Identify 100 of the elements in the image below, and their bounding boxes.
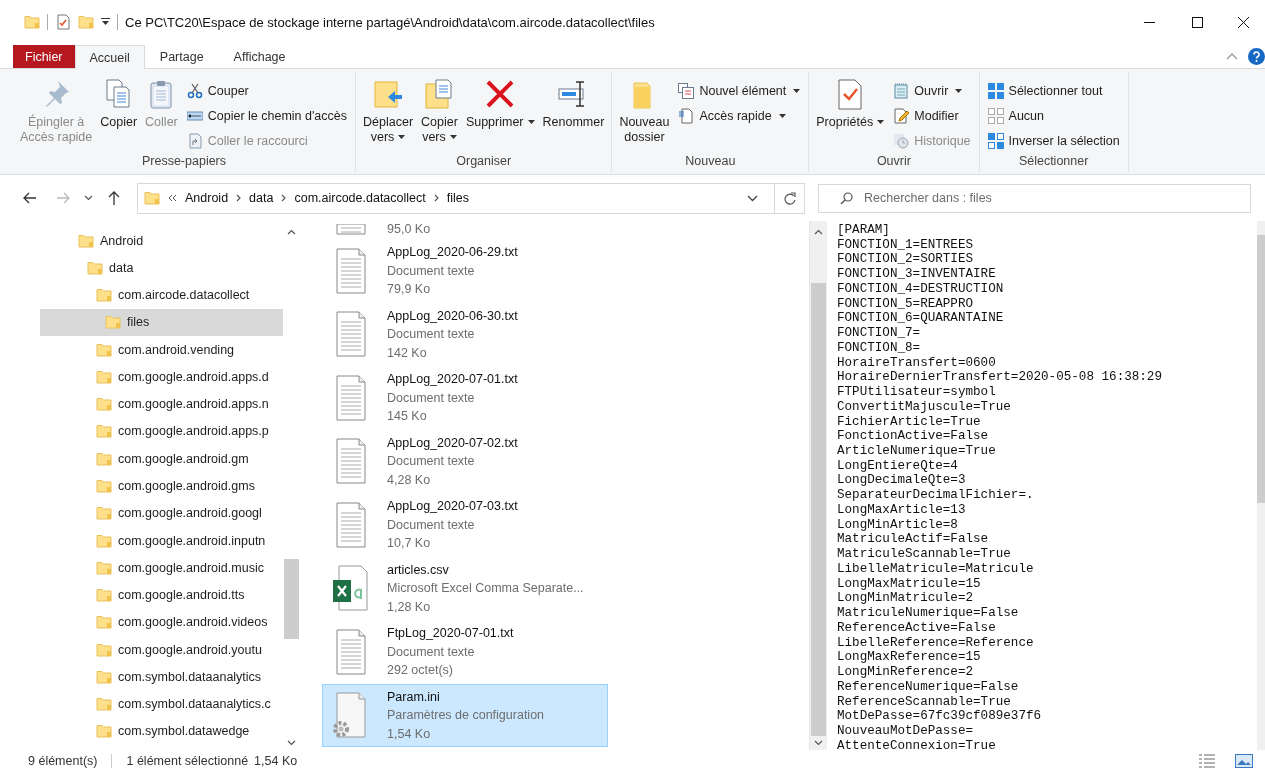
group-label: Organiser (455, 154, 513, 170)
file-item[interactable]: articles.csv Microsoft Excel Comma Separate... 1,28 Ko (322, 556, 608, 620)
scroll-down-icon[interactable] (287, 740, 296, 746)
folder-tree-item[interactable]: com.google.android.youtu (40, 636, 283, 664)
page-icon (678, 107, 695, 124)
file-type: Document texte (387, 453, 476, 470)
ribbon-button[interactable]: Modifier (889, 103, 975, 128)
breadcrumb-link[interactable]: com.aircode.datacollect (294, 191, 426, 205)
file-menu-tab[interactable]: Fichier (13, 45, 75, 68)
ribbon-tab[interactable]: Affichage (218, 45, 301, 68)
folder-tree-item[interactable]: com.symbol.dataanalytics.c (40, 690, 283, 718)
file-item[interactable]: AppLog_2020-07-01.txt Document texte 145 Ko (322, 366, 608, 430)
help-icon[interactable] (1248, 47, 1265, 65)
scroll-up-icon[interactable] (287, 229, 296, 235)
folder-icon (96, 668, 112, 685)
chevron-down-icon[interactable] (747, 194, 758, 202)
ribbon-button[interactable]: Copier le chemin d'accès (182, 103, 351, 128)
ribbon-button[interactable]: Copier vers (418, 76, 461, 147)
chevron-right-icon[interactable] (433, 194, 439, 202)
scrollbar-thumb[interactable] (1257, 235, 1265, 503)
ribbon-button[interactable]: Nouveau dossier (616, 76, 673, 147)
ribbon-button[interactable]: Sélectionner tout (983, 78, 1124, 103)
address-bar[interactable]: Android data com.aircode.datacollect files (137, 182, 805, 214)
chevron-right-icon[interactable] (236, 194, 242, 202)
scrollbar-thumb[interactable] (284, 559, 299, 639)
folder-tree-item[interactable]: com.google.android.tts (40, 581, 283, 609)
file-item[interactable]: AppLog_2020-07-02.txt Document texte 4,28 Ko (322, 429, 608, 493)
ribbon-button[interactable]: Couper (182, 78, 351, 103)
file-size: 1,54 Ko (387, 725, 432, 743)
folder-tree-item[interactable]: com.google.android.gms (40, 472, 283, 500)
checked-page-icon[interactable] (55, 14, 71, 30)
folder-icon (96, 396, 112, 413)
ribbon-button[interactable]: Supprimer (462, 76, 538, 132)
shortcut-icon (186, 132, 203, 149)
text-line: [PARAM] (837, 223, 891, 238)
file-type: Paramètres de configuration (387, 707, 545, 724)
dropdown-icon[interactable] (101, 18, 110, 26)
scroll-up-icon[interactable] (814, 229, 823, 235)
folder-icon (96, 587, 112, 604)
ribbon-button[interactable]: Accès rapide (674, 103, 805, 128)
caret-icon (778, 113, 786, 118)
ribbon-button[interactable]: Déplacer vers (360, 76, 417, 147)
ribbon-tab[interactable]: Partage (144, 45, 219, 68)
folder-tree-item[interactable]: com.google.android.apps.n (40, 390, 283, 418)
stacked-pages-icon (678, 82, 695, 99)
folder-tree-item[interactable]: Android (40, 227, 283, 255)
ribbon-button[interactable]: Renommer (539, 76, 608, 132)
refresh-icon (783, 191, 796, 205)
folder-tree-item[interactable]: com.android.vending (40, 336, 283, 364)
scrollbar-thumb[interactable] (811, 283, 826, 736)
ribbon-button[interactable]: Propriétés (813, 76, 888, 132)
ribbon-button[interactable]: Copier (97, 76, 141, 132)
file-name: FtpLog_2020-07-01.txt (387, 625, 514, 642)
folder-icon (96, 368, 112, 385)
text-line: LongMaxMatricule=15 (837, 576, 982, 592)
breadcrumb-link[interactable]: data (249, 191, 274, 205)
scroll-down-icon[interactable] (814, 740, 823, 746)
folder-tree-item[interactable]: com.google.android.googl (40, 499, 283, 527)
search-field[interactable]: Rechercher dans : files (818, 183, 1251, 213)
text-line: HoraireTransfert=0600 (837, 355, 997, 371)
chevron-right-icon[interactable] (281, 194, 287, 202)
breadcrumb-link[interactable]: Android (185, 191, 229, 205)
text-line: ReferenceNumerique=False (837, 679, 1020, 695)
folder-tree-item[interactable]: com.google.android.music (40, 554, 283, 582)
folder-tree-item[interactable]: com.google.android.gm (40, 445, 283, 473)
folder-icon (96, 450, 112, 467)
ribbon-button[interactable]: Aucun (983, 103, 1124, 128)
folder-icon (96, 723, 112, 740)
folder-tree-item[interactable]: com.google.android.apps.p (40, 417, 283, 446)
file-item[interactable]: FtpLog_2020-07-01.txt Document texte 292 octet(s) (322, 620, 608, 684)
partial-grid-icon (987, 132, 1004, 149)
folder-tree-item[interactable]: com.aircode.datacollect (40, 281, 283, 309)
folder-tree-item[interactable]: com.google.android.inputn (40, 526, 283, 555)
double-chevron-icon[interactable] (168, 194, 177, 202)
file-size: 145 Ko (387, 408, 428, 425)
folder-tree-item[interactable]: com.symbol.datawedge (40, 717, 283, 746)
folder-tree-item[interactable]: data (40, 254, 283, 282)
caret-icon (527, 119, 535, 124)
maximize-icon (1191, 16, 1203, 28)
file-item[interactable]: Param.ini Paramètres de configuration 1,54 Ko (322, 683, 608, 747)
folder-tree-item[interactable]: com.symbol.dataanalytics (40, 663, 283, 691)
caret-icon (955, 88, 963, 93)
group-label: Sélectionner (1017, 154, 1090, 170)
folder-tree-item[interactable]: files (40, 308, 283, 337)
ribbon-button[interactable]: Inverser la sélection (983, 128, 1124, 153)
breadcrumb-link[interactable]: files (446, 191, 469, 205)
file-item[interactable]: AppLog_2020-06-29.txt Document texte 79,9 Ko (322, 239, 608, 303)
file-item[interactable]: AppLog_2020-07-03.txt Document texte 10,7 Ko (322, 493, 608, 557)
folder-tree-item[interactable]: com.google.android.videos (40, 608, 283, 636)
chevron-down-icon[interactable] (84, 195, 93, 201)
collapse-ribbon-icon[interactable] (1226, 52, 1238, 60)
group-label: Presse-papiers (140, 154, 228, 170)
file-item[interactable]: AppLog_2020-06-30.txt Document texte 142 Ko (322, 302, 608, 366)
folder-icon (96, 532, 112, 549)
large-icons-view-icon[interactable] (1235, 753, 1253, 768)
folder-icon (96, 341, 112, 358)
ribbon-button[interactable]: Ouvrir (889, 78, 975, 103)
ribbon-button[interactable]: Nouvel élément (674, 78, 805, 103)
ribbon-tab[interactable]: Accueil (74, 45, 145, 69)
folder-tree-item[interactable]: com.google.android.apps.d (40, 363, 283, 391)
